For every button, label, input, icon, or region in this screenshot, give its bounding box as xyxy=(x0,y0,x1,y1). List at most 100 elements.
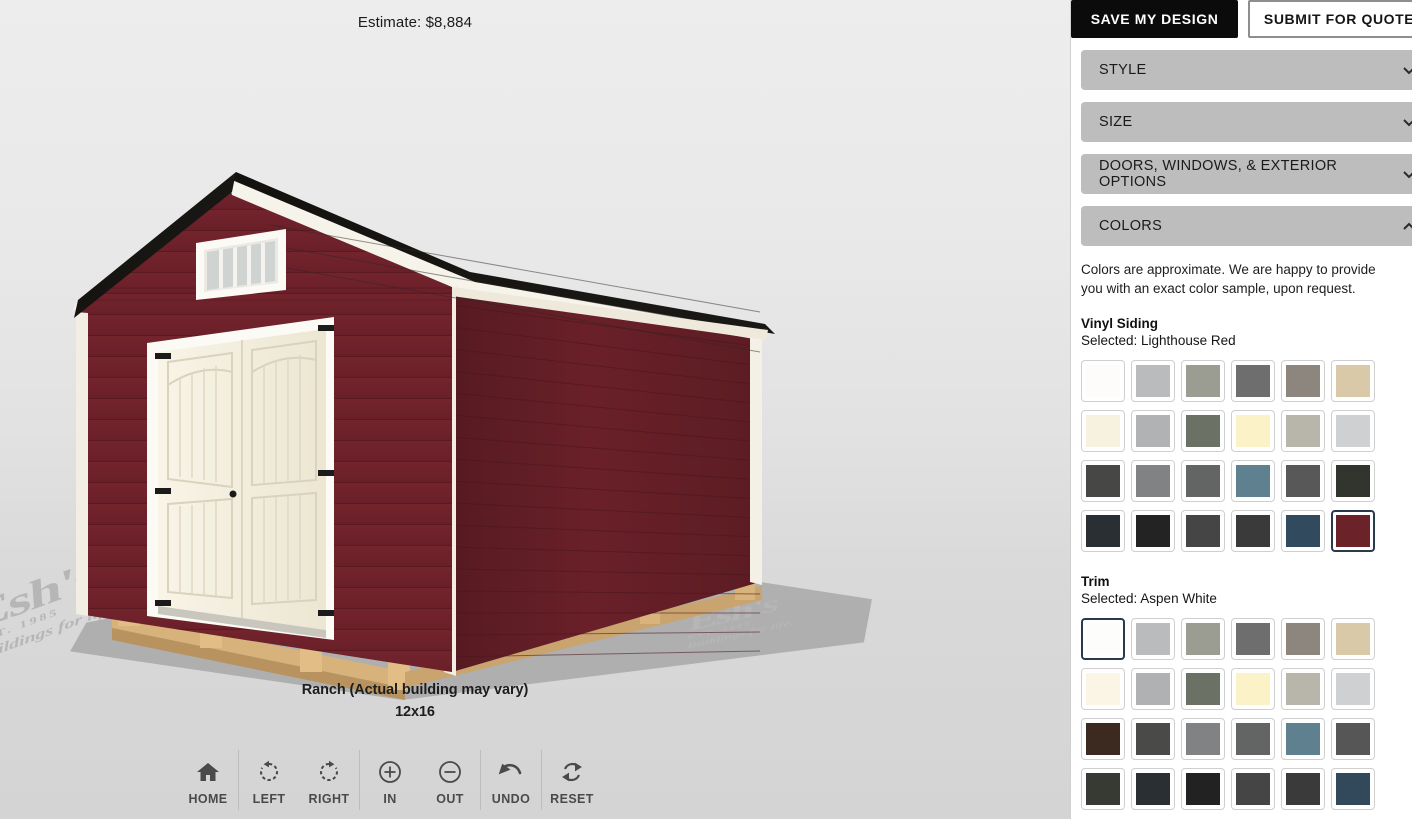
siding-swatch-23[interactable] xyxy=(1331,510,1375,553)
chevron-down-icon xyxy=(1401,62,1412,78)
trim-swatch-0[interactable] xyxy=(1081,618,1125,661)
trim-swatch-1[interactable] xyxy=(1131,618,1175,661)
siding-swatch-1[interactable] xyxy=(1131,360,1175,403)
trim-swatch-grid xyxy=(1081,614,1412,814)
viewport-toolbar: HOME LEFT RIGHT IN OUT UNDO RESET xyxy=(178,750,602,819)
siding-swatch-18[interactable] xyxy=(1081,510,1125,553)
swatch-color-fill xyxy=(1086,623,1120,656)
siding-swatch-2[interactable] xyxy=(1181,360,1225,403)
siding-swatch-12[interactable] xyxy=(1081,460,1125,503)
submit-for-quote-button[interactable]: SUBMIT FOR QUOTE xyxy=(1248,0,1412,38)
trim-swatch-3[interactable] xyxy=(1231,618,1275,661)
trim-swatch-15[interactable] xyxy=(1231,718,1275,761)
swatch-color-fill xyxy=(1286,415,1320,448)
trim-swatch-21[interactable] xyxy=(1231,768,1275,811)
trim-swatch-4[interactable] xyxy=(1281,618,1325,661)
siding-swatch-5[interactable] xyxy=(1331,360,1375,403)
swatch-color-fill xyxy=(1186,415,1220,448)
accordion-header-size[interactable]: SIZE xyxy=(1081,102,1412,142)
trim-swatch-9[interactable] xyxy=(1231,668,1275,711)
rotate-left-label: LEFT xyxy=(252,792,286,806)
siding-swatch-8[interactable] xyxy=(1181,410,1225,453)
swatch-color-fill xyxy=(1336,673,1370,706)
accordion-label-doors-windows: DOORS, WINDOWS, & EXTERIOR OPTIONS xyxy=(1099,158,1338,190)
swatch-color-fill xyxy=(1286,723,1320,756)
siding-group-title: Vinyl Siding xyxy=(1081,316,1159,332)
siding-swatch-10[interactable] xyxy=(1281,410,1325,453)
siding-swatch-4[interactable] xyxy=(1281,360,1325,403)
trim-swatch-20[interactable] xyxy=(1181,768,1225,811)
swatch-color-fill xyxy=(1136,515,1170,548)
undo-button[interactable]: UNDO xyxy=(481,750,541,810)
trim-swatch-2[interactable] xyxy=(1181,618,1225,661)
accordion-header-style[interactable]: STYLE xyxy=(1081,50,1412,90)
siding-swatch-14[interactable] xyxy=(1181,460,1225,503)
siding-swatch-7[interactable] xyxy=(1131,410,1175,453)
trim-swatch-18[interactable] xyxy=(1081,768,1125,811)
swatch-color-fill xyxy=(1236,673,1270,706)
toolbar-group-reset: RESET xyxy=(542,750,602,810)
accordion-header-doors-windows[interactable]: DOORS, WINDOWS, & EXTERIOR OPTIONS xyxy=(1081,154,1412,194)
trim-swatch-10[interactable] xyxy=(1281,668,1325,711)
trim-swatch-16[interactable] xyxy=(1281,718,1325,761)
zoom-in-button[interactable]: IN xyxy=(360,750,420,810)
trim-swatch-7[interactable] xyxy=(1131,668,1175,711)
trim-swatch-23[interactable] xyxy=(1331,768,1375,811)
rotate-left-icon xyxy=(257,758,281,786)
swatch-color-fill xyxy=(1136,773,1170,806)
home-button[interactable]: HOME xyxy=(178,750,238,810)
swatch-color-fill xyxy=(1336,623,1370,656)
undo-icon xyxy=(498,758,524,786)
toolbar-group-zoom: IN OUT xyxy=(360,750,480,810)
siding-swatch-0[interactable] xyxy=(1081,360,1125,403)
swatch-color-fill xyxy=(1186,673,1220,706)
rotate-right-icon xyxy=(317,758,341,786)
door-handle xyxy=(229,490,237,498)
swatch-color-fill xyxy=(1286,673,1320,706)
trim-swatch-12[interactable] xyxy=(1081,718,1125,761)
siding-swatch-19[interactable] xyxy=(1131,510,1175,553)
siding-swatch-22[interactable] xyxy=(1281,510,1325,553)
accordion-label-size: SIZE xyxy=(1099,114,1133,130)
trim-swatch-13[interactable] xyxy=(1131,718,1175,761)
3d-viewport[interactable]: Estimate: $8,884 Esh's EST. 1985 Buildin… xyxy=(0,0,1070,819)
swatch-color-fill xyxy=(1336,773,1370,806)
zoom-out-label: OUT xyxy=(436,792,464,806)
trim-swatch-14[interactable] xyxy=(1181,718,1225,761)
zoom-in-icon xyxy=(378,758,402,786)
siding-swatch-3[interactable] xyxy=(1231,360,1275,403)
colors-disclaimer: Colors are approximate. We are happy to … xyxy=(1081,262,1376,297)
swatch-color-fill xyxy=(1136,673,1170,706)
reset-button[interactable]: RESET xyxy=(542,750,602,810)
siding-swatch-11[interactable] xyxy=(1331,410,1375,453)
trim-swatch-5[interactable] xyxy=(1331,618,1375,661)
siding-swatch-20[interactable] xyxy=(1181,510,1225,553)
swatch-color-fill xyxy=(1236,365,1270,398)
siding-swatch-16[interactable] xyxy=(1281,460,1325,503)
save-my-design-button[interactable]: SAVE MY DESIGN xyxy=(1071,0,1239,38)
siding-swatch-6[interactable] xyxy=(1081,410,1125,453)
siding-swatch-17[interactable] xyxy=(1331,460,1375,503)
trim-swatch-11[interactable] xyxy=(1331,668,1375,711)
siding-swatch-21[interactable] xyxy=(1231,510,1275,553)
trim-swatch-19[interactable] xyxy=(1131,768,1175,811)
swatch-color-fill xyxy=(1236,465,1270,498)
accordion-header-colors[interactable]: COLORS xyxy=(1081,206,1412,246)
zoom-out-button[interactable]: OUT xyxy=(420,750,480,810)
trim-selected-label: Selected: Aspen White xyxy=(1081,591,1217,607)
trim-swatch-22[interactable] xyxy=(1281,768,1325,811)
rotate-left-button[interactable]: LEFT xyxy=(239,750,299,810)
siding-swatch-9[interactable] xyxy=(1231,410,1275,453)
swatch-color-fill xyxy=(1186,773,1220,806)
trim-swatch-17[interactable] xyxy=(1331,718,1375,761)
siding-swatch-13[interactable] xyxy=(1131,460,1175,503)
swatch-color-fill xyxy=(1286,365,1320,398)
undo-label: UNDO xyxy=(491,792,531,806)
trim-swatch-8[interactable] xyxy=(1181,668,1225,711)
swatch-color-fill xyxy=(1286,623,1320,656)
swatch-color-fill xyxy=(1286,515,1320,548)
swatch-color-fill xyxy=(1336,465,1370,498)
trim-swatch-6[interactable] xyxy=(1081,668,1125,711)
siding-swatch-15[interactable] xyxy=(1231,460,1275,503)
rotate-right-button[interactable]: RIGHT xyxy=(299,750,359,810)
